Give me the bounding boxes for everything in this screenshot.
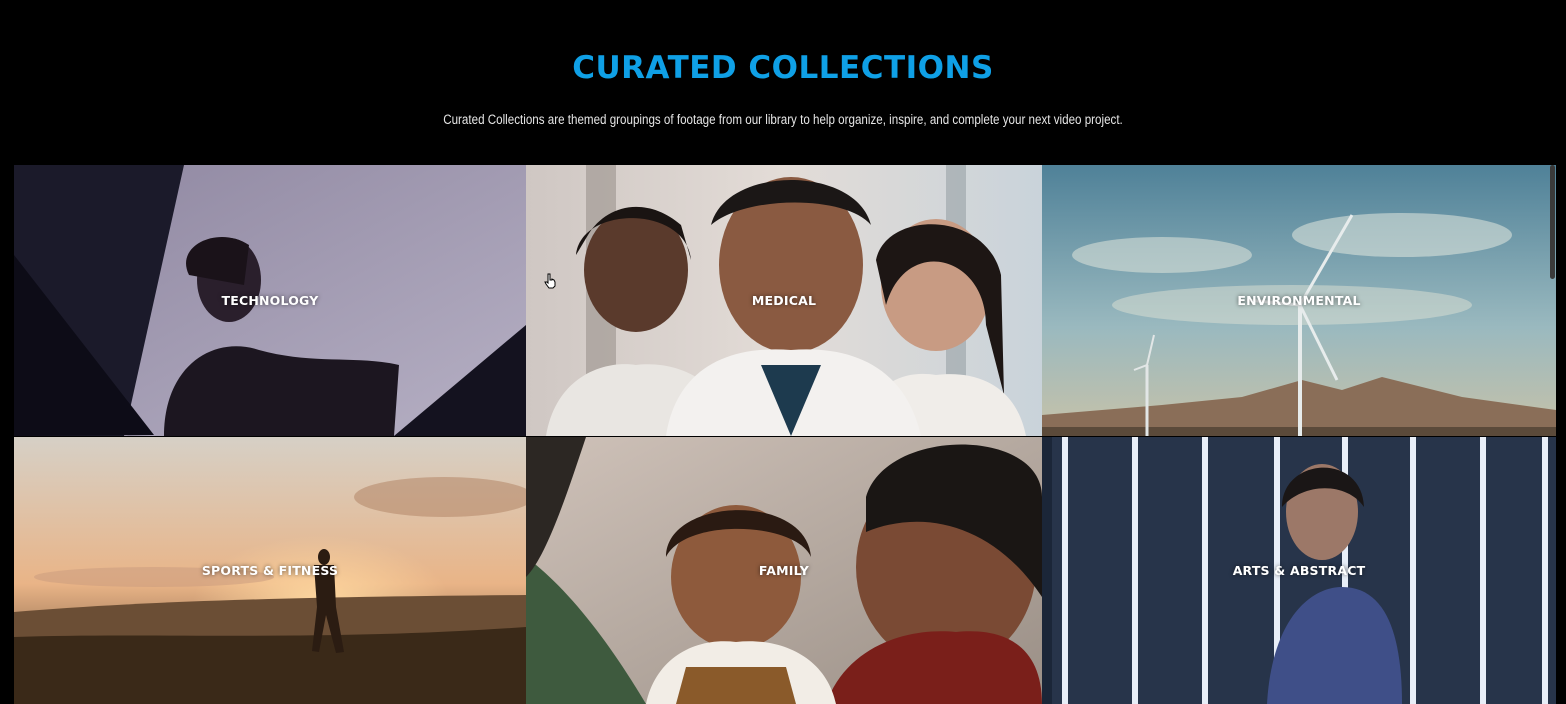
collection-label: TECHNOLOGY <box>221 293 319 308</box>
scrollbar-thumb[interactable] <box>1550 165 1555 279</box>
collection-tile-technology[interactable]: TECHNOLOGY <box>14 165 526 436</box>
collection-tile-environmental[interactable]: ENVIRONMENTAL <box>1042 165 1556 436</box>
hand-cursor-icon <box>544 273 556 289</box>
collection-label: SPORTS & FITNESS <box>201 563 339 578</box>
collection-label: MEDICAL <box>751 293 817 308</box>
collection-tile-family[interactable]: FAMILY <box>526 437 1042 704</box>
collection-label: FAMILY <box>758 563 810 578</box>
collection-tile-sports-fitness[interactable]: SPORTS & FITNESS <box>14 437 526 704</box>
collection-tile-medical[interactable]: MEDICAL <box>526 165 1042 436</box>
collection-tile-arts-abstract[interactable]: ARTS & ABSTRACT <box>1042 437 1556 704</box>
collection-label: ENVIRONMENTAL <box>1237 293 1361 308</box>
collection-label: ARTS & ABSTRACT <box>1232 563 1366 578</box>
collections-grid: TECHNOLOGY MEDICAL ENVIRONMENTAL SPORTS … <box>0 0 1566 704</box>
